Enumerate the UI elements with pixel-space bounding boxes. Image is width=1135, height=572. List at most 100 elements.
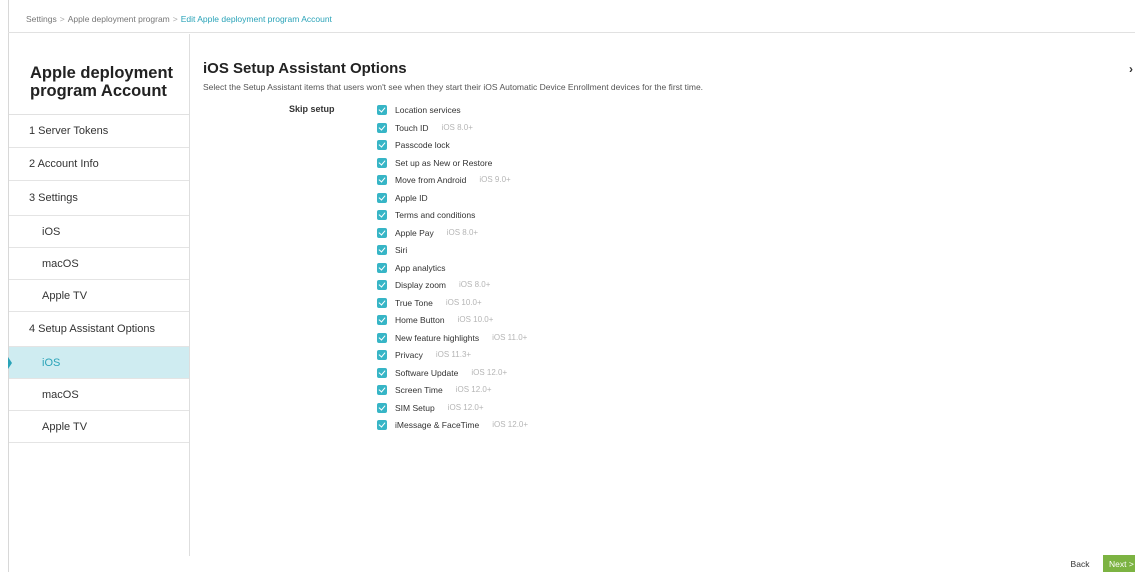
checkbox-checked-icon[interactable] [377, 315, 387, 325]
checkbox-checked-icon[interactable] [377, 122, 387, 133]
skip-option-row: Privacy iOS 11.3+ [377, 349, 528, 367]
option-label[interactable]: Display zoom [395, 279, 446, 291]
sidebar-item-label: macOS [42, 257, 79, 270]
checkbox-checked-icon[interactable] [377, 192, 387, 203]
option-version-note: iOS 11.3+ [435, 350, 472, 359]
option-label[interactable]: Set up as New or Restore [395, 157, 492, 169]
checkbox-checked-icon[interactable] [377, 367, 387, 378]
option-label[interactable]: Location services [395, 104, 461, 116]
skip-option-row: App analytics [377, 262, 528, 280]
top-bar: Settings > Apple deployment program > Edit A… [8, 0, 1135, 33]
breadcrumb-separator: > [59, 14, 65, 24]
skip-option-row: Software Update iOS 12.0+ [377, 367, 528, 385]
checkbox-checked-icon[interactable] [377, 245, 387, 255]
option-version-note: iOS 12.0+ [447, 402, 484, 412]
sidebar-item-setup-macos[interactable]: macOS [9, 379, 189, 411]
option-label[interactable]: New feature highlights [395, 332, 479, 344]
breadcrumb: Settings > Apple deployment program > Edit A… [26, 14, 332, 24]
checkbox-checked-icon[interactable] [377, 297, 387, 308]
checkbox-checked-icon[interactable] [377, 227, 387, 238]
sidebar-item-server-tokens[interactable]: 1 Server Tokens [9, 115, 189, 148]
page-title: iOS Setup Assistant Options [203, 60, 407, 77]
chevron-right-icon[interactable]: › [1129, 62, 1133, 76]
sidebar-item-account-info[interactable]: 2 Account Info [9, 148, 189, 181]
sidebar-item-setup-assistant-options[interactable]: 4 Setup Assistant Options [9, 312, 189, 347]
sidebar-item-label: Apple TV [42, 289, 88, 302]
sidebar: Apple deployment program Account 1 Serve… [8, 34, 190, 556]
page-description: Select the Setup Assistant items that us… [203, 82, 704, 92]
option-label[interactable]: App analytics [395, 262, 446, 274]
skip-option-row: Move from Android iOS 9.0+ [377, 174, 528, 192]
breadcrumb-separator: > [172, 14, 178, 24]
checkbox-checked-icon[interactable] [377, 105, 387, 115]
next-button[interactable]: Next > [1103, 555, 1135, 572]
checkbox-checked-icon[interactable] [377, 350, 387, 360]
checkbox-checked-icon[interactable] [377, 420, 387, 430]
option-label[interactable]: Siri [395, 244, 407, 256]
checkbox-checked-icon[interactable] [377, 332, 387, 343]
sidebar-item-label: 3 Settings [29, 192, 78, 204]
back-button[interactable]: Back [1062, 556, 1098, 572]
sidebar-item-setup-apple-tv[interactable]: Apple TV [9, 411, 189, 443]
option-label[interactable]: Apple Pay [395, 227, 434, 239]
skip-setup-label: Skip setup [289, 104, 335, 114]
sidebar-item-label: 2 Account Info [29, 158, 99, 170]
skip-option-row: Touch ID iOS 8.0+ [377, 122, 528, 140]
skip-option-row: Apple Pay iOS 8.0+ [377, 227, 528, 245]
sidebar-item-settings-apple-tv[interactable]: Apple TV [9, 280, 189, 312]
skip-option-row: Display zoom iOS 8.0+ [377, 279, 528, 297]
skip-option-row: Location services [377, 104, 528, 122]
checkbox-checked-icon[interactable] [377, 140, 387, 150]
skip-option-row: Terms and conditions [377, 209, 528, 227]
sidebar-item-settings[interactable]: 3 Settings [9, 181, 189, 216]
sidebar-title: Apple deployment program Account [30, 64, 174, 100]
skip-option-row: Siri [377, 244, 528, 262]
sidebar-nav: 1 Server Tokens 2 Account Info 3 Setting… [8, 114, 189, 443]
breadcrumb-item-settings[interactable]: Settings [26, 14, 57, 24]
skip-option-row: True Tone iOS 10.0+ [377, 297, 528, 315]
option-label[interactable]: Apple ID [395, 192, 428, 204]
breadcrumb-item-apple-deployment-program[interactable]: Apple deployment program [68, 14, 170, 24]
option-version-note: iOS 8.0+ [459, 280, 491, 289]
checkbox-checked-icon[interactable] [377, 157, 387, 168]
sidebar-item-setup-ios[interactable]: iOS [8, 347, 189, 379]
sidebar-item-label: 1 Server Tokens [29, 125, 109, 137]
sidebar-item-settings-macos[interactable]: macOS [9, 248, 189, 280]
option-label[interactable]: True Tone [395, 297, 433, 309]
option-version-note: iOS 8.0+ [441, 122, 473, 132]
option-label[interactable]: Touch ID [395, 122, 429, 134]
skip-setup-options: Location services Touch ID iOS 8.0+ Passcod… [377, 104, 528, 437]
option-label[interactable]: Privacy [395, 349, 423, 361]
skip-option-row: Set up as New or Restore [377, 157, 528, 175]
skip-option-row: New feature highlights iOS 11.0+ [377, 332, 528, 350]
skip-option-row: Passcode lock [377, 139, 528, 157]
sidebar-item-label: iOS [42, 356, 61, 369]
skip-option-row: Apple ID [377, 192, 528, 210]
skip-option-row: Screen Time iOS 12.0+ [377, 384, 528, 402]
option-label[interactable]: iMessage & FaceTime [395, 419, 479, 431]
skip-option-row: Home Button iOS 10.0+ [377, 314, 528, 332]
option-version-note: iOS 12.0+ [492, 420, 529, 429]
option-label[interactable]: Software Update [395, 367, 458, 379]
sidebar-item-label: 4 Setup Assistant Options [29, 323, 155, 335]
option-version-note: iOS 11.0+ [492, 332, 528, 342]
checkbox-checked-icon[interactable] [377, 402, 387, 413]
checkbox-checked-icon[interactable] [377, 262, 387, 273]
option-label[interactable]: Home Button [395, 314, 445, 326]
option-label[interactable]: Screen Time [395, 384, 443, 396]
breadcrumb-current: Edit Apple deployment program Account [180, 14, 332, 24]
checkbox-checked-icon[interactable] [377, 175, 387, 185]
checkbox-checked-icon[interactable] [377, 385, 387, 395]
option-label[interactable]: Passcode lock [395, 139, 450, 151]
option-version-note: iOS 8.0+ [446, 227, 479, 237]
option-label[interactable]: SIM Setup [395, 402, 435, 414]
checkbox-checked-icon[interactable] [377, 280, 387, 290]
option-version-note: iOS 10.0+ [445, 297, 482, 307]
active-marker-icon [8, 357, 12, 369]
option-label[interactable]: Move from Android [395, 174, 466, 186]
skip-option-row: iMessage & FaceTime iOS 12.0+ [377, 419, 528, 437]
option-version-note: iOS 9.0+ [479, 175, 511, 184]
sidebar-item-settings-ios[interactable]: iOS [9, 216, 189, 248]
checkbox-checked-icon[interactable] [377, 210, 387, 220]
option-label[interactable]: Terms and conditions [395, 209, 475, 221]
